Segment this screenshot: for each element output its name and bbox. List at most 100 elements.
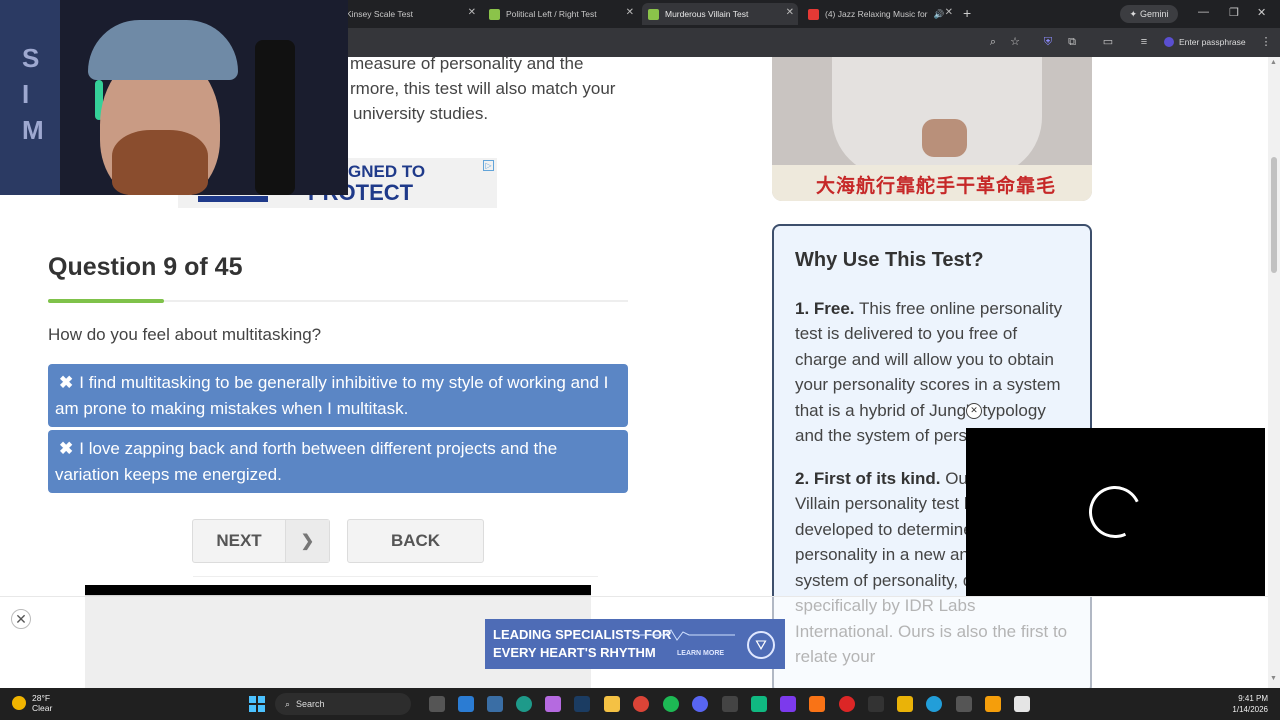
next-label: NEXT xyxy=(216,531,262,550)
intro-line: rmore, this test will also match your xyxy=(350,79,616,98)
speaker-icon[interactable]: 🔊 xyxy=(934,9,945,20)
app-icon[interactable] xyxy=(780,696,796,712)
new-tab-button[interactable]: + xyxy=(963,5,971,21)
extension-shield-icon[interactable]: ⛨ xyxy=(1041,35,1055,49)
scroll-down-icon[interactable]: ▼ xyxy=(1270,675,1277,682)
poster-hand xyxy=(922,119,967,157)
vlc-icon[interactable] xyxy=(809,696,825,712)
answer-label: I love zapping back and forth between di… xyxy=(55,439,558,484)
menu-kebab-icon[interactable]: ⋮ xyxy=(1259,35,1273,49)
scrollbar-thumb[interactable] xyxy=(1271,157,1277,273)
propaganda-poster-image: 大海航行靠舵手干革命靠毛 xyxy=(772,57,1092,201)
why-heading: Why Use This Test? xyxy=(795,249,984,271)
chrome-icon[interactable] xyxy=(633,696,649,712)
scroll-up-icon[interactable]: ▲ xyxy=(1270,59,1277,66)
why-point-title: 1. Free. xyxy=(795,298,855,318)
poster-figure xyxy=(832,57,1042,177)
tab-close-icon[interactable]: ✕ xyxy=(786,7,794,18)
tab-jazz-music[interactable]: (4) Jazz Relaxing Music for 🔊 ✕ xyxy=(802,3,957,25)
close-ad-icon[interactable]: ✕ xyxy=(11,609,31,629)
question-progress-bar xyxy=(48,299,628,303)
xbox-icon[interactable] xyxy=(487,696,503,712)
weather-widget[interactable]: 28°F Clear xyxy=(12,693,52,713)
loading-spinner-icon xyxy=(1081,478,1149,546)
reading-list-icon[interactable]: ≡ xyxy=(1137,35,1151,49)
floating-video-player[interactable] xyxy=(966,428,1265,596)
file-explorer-icon[interactable] xyxy=(604,696,620,712)
intro-line: measure of personality and the xyxy=(350,57,584,73)
search-label: Search xyxy=(296,699,325,709)
answer-option[interactable]: ✖ I love zapping back and forth between d… xyxy=(48,430,628,493)
bookmark-star-icon[interactable]: ☆ xyxy=(1008,35,1022,49)
why-point-free: 1. Free. This free online personality te… xyxy=(795,296,1069,449)
hospital-logo-icon: ⛛ xyxy=(747,631,775,659)
learn-more-link[interactable]: LEARN MORE xyxy=(677,650,724,657)
youtube-icon xyxy=(808,8,819,20)
weather-moon-icon xyxy=(12,696,26,710)
tab-political[interactable]: Political Left / Right Test ✕ xyxy=(483,3,638,25)
close-video-icon[interactable]: ✕ xyxy=(966,403,982,419)
gemini-label: Gemini xyxy=(1140,9,1169,19)
question-text: How do you feel about multitasking? xyxy=(48,325,322,344)
steam-icon[interactable] xyxy=(574,696,590,712)
spotify-icon[interactable] xyxy=(663,696,679,712)
weather-temp: 28°F xyxy=(32,693,51,703)
poster-caption: 大海航行靠舵手干革命靠毛 xyxy=(772,165,1092,201)
tab-kinsey[interactable]: Kinsey Scale Test ✕ xyxy=(340,3,480,25)
app-icon[interactable] xyxy=(956,696,972,712)
gemini-button[interactable]: ✦ Gemini xyxy=(1120,5,1178,23)
tab-title: Murderous Villain Test xyxy=(665,9,749,19)
copilot-icon[interactable] xyxy=(545,696,561,712)
profile-avatar xyxy=(1164,37,1174,47)
tab-close-icon[interactable]: ✕ xyxy=(626,7,634,18)
restore-icon[interactable]: ❐ xyxy=(1229,6,1239,19)
app-icon[interactable] xyxy=(868,696,884,712)
back-button[interactable]: BACK xyxy=(347,519,484,563)
close-window-icon[interactable]: ✕ xyxy=(1257,6,1266,19)
discord-icon[interactable] xyxy=(692,696,708,712)
chevron-right-icon: ❯ xyxy=(285,520,329,562)
task-view-icon[interactable] xyxy=(429,696,445,712)
streamer-beard xyxy=(112,130,208,195)
heart-rhythm-ad[interactable]: LEADING SPECIALISTS FOR EVERY HEART'S RH… xyxy=(485,619,785,669)
app-icon[interactable] xyxy=(897,696,913,712)
microphone xyxy=(255,40,295,195)
system-clock[interactable]: 9:41 PM 1/14/2026 xyxy=(1222,693,1268,715)
tab-close-icon[interactable]: ✕ xyxy=(945,7,953,18)
tab-title: (4) Jazz Relaxing Music for xyxy=(825,9,928,19)
why-point-title: 2. First of its kind. xyxy=(795,468,941,488)
minimize-icon[interactable]: — xyxy=(1198,6,1209,18)
extensions-icon[interactable]: ⧉ xyxy=(1065,35,1079,49)
next-button[interactable]: NEXT ❯ xyxy=(192,519,330,563)
taskbar-search[interactable]: ⌕ Search xyxy=(275,693,411,715)
app-icon[interactable] xyxy=(722,696,738,712)
clock-date: 1/14/2026 xyxy=(1232,705,1268,714)
edge-icon[interactable] xyxy=(516,696,532,712)
answer-option[interactable]: ✖ I find multitasking to be generally inh… xyxy=(48,364,628,427)
adchoices-icon[interactable]: ▷ xyxy=(483,160,494,171)
weather-desc: Clear xyxy=(32,703,53,713)
passphrase-button[interactable]: Enter passphrase xyxy=(1164,34,1246,50)
app-icon[interactable] xyxy=(751,696,767,712)
sticky-ad-bar: ✕ LEADING SPECIALISTS FOR EVERY HEART'S … xyxy=(0,596,1268,688)
windows-start-icon[interactable] xyxy=(249,696,265,712)
passphrase-label: Enter passphrase xyxy=(1179,37,1246,47)
telegram-icon[interactable] xyxy=(926,696,942,712)
zoom-icon[interactable]: ⌕ xyxy=(986,35,1000,49)
webcam-overlay: SIM xyxy=(0,0,348,195)
back-label: BACK xyxy=(390,531,441,550)
intro-line: university studies. xyxy=(353,104,489,123)
store-icon[interactable] xyxy=(458,696,474,712)
ad-line2: EVERY HEART'S RHYTHM xyxy=(493,645,656,660)
page-scrollbar[interactable]: ▲ ▼ xyxy=(1268,57,1280,688)
why-point-body: This free online personality test is del… xyxy=(795,298,1063,446)
tab-close-icon[interactable]: ✕ xyxy=(468,7,476,18)
x-icon: ✖ xyxy=(59,373,74,392)
intro-text: measure of personality and the rmore, th… xyxy=(350,57,650,126)
app-icon[interactable] xyxy=(1014,696,1030,712)
clock-time: 9:41 PM xyxy=(1238,694,1268,703)
app-icon[interactable] xyxy=(839,696,855,712)
tab-murderous-villain[interactable]: Murderous Villain Test ✕ xyxy=(642,3,798,25)
sidepanel-icon[interactable]: ▭ xyxy=(1101,35,1115,49)
app-icon[interactable] xyxy=(985,696,1001,712)
